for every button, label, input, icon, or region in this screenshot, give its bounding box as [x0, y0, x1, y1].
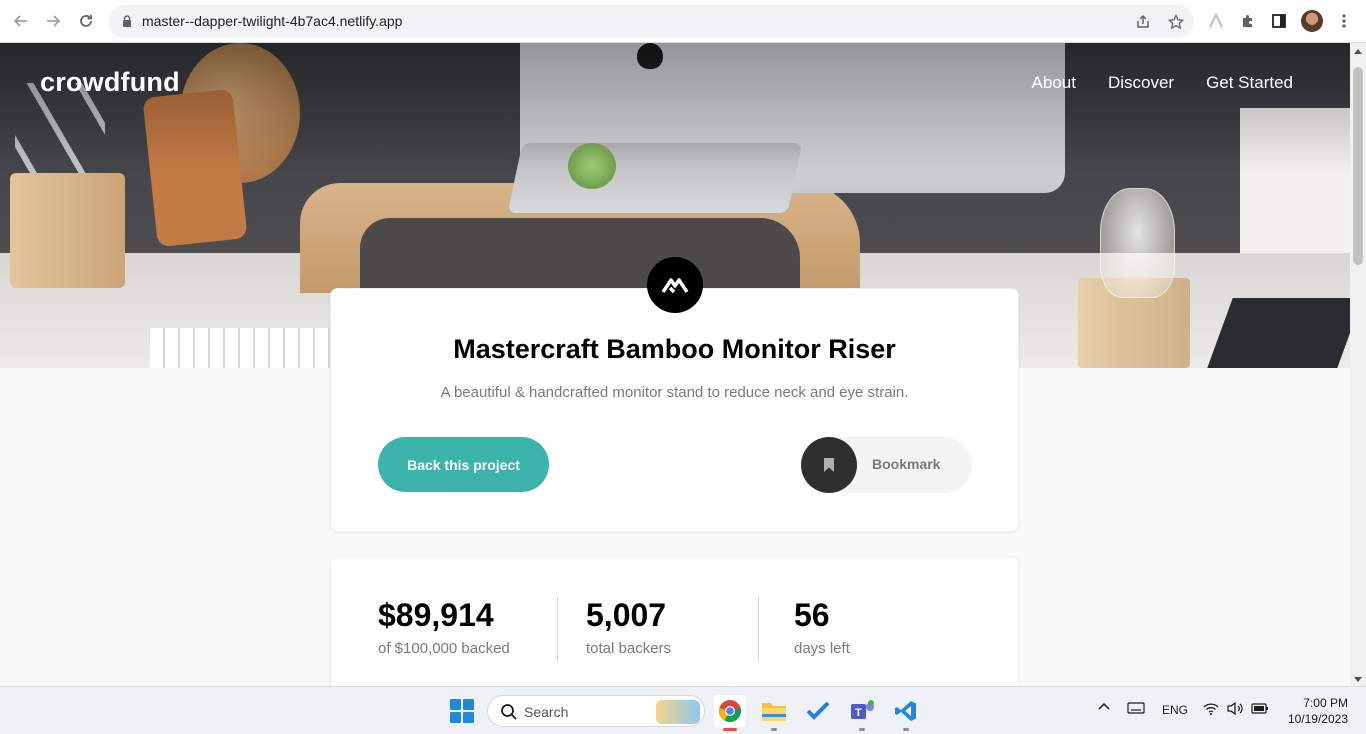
- teams-icon[interactable]: T: [846, 695, 878, 731]
- language-indicator[interactable]: ENG: [1162, 703, 1188, 717]
- stat-label: of $100,000 backed: [378, 640, 510, 657]
- stat-label: total backers: [586, 640, 672, 657]
- stat-backed: $89,914 of $100,000 backed: [378, 597, 510, 657]
- back-arrow-icon[interactable]: [9, 9, 33, 33]
- forward-arrow-icon[interactable]: [41, 9, 65, 33]
- back-project-button[interactable]: Back this project: [378, 437, 549, 492]
- bookmark-label: Bookmark: [872, 456, 941, 472]
- windows-taskbar: Search T ENG 7:00 PM 10/19/2023: [0, 686, 1366, 734]
- battery-icon[interactable]: [1251, 702, 1269, 718]
- keyboard-icon[interactable]: [1127, 702, 1145, 717]
- puzzle-icon[interactable]: [1237, 10, 1259, 32]
- volume-icon[interactable]: [1227, 701, 1243, 718]
- taskbar-search-placeholder: Search: [524, 704, 569, 720]
- url-text: master--dapper-twilight-4b7ac4.netlify.a…: [142, 13, 403, 29]
- stats-card: $89,914 of $100,000 backed 5,007 total b…: [330, 556, 1019, 686]
- file-explorer-icon[interactable]: [758, 695, 790, 731]
- star-icon[interactable]: [1166, 12, 1186, 32]
- vscode-icon[interactable]: [890, 695, 922, 731]
- search-icon: [501, 704, 517, 720]
- stat-backers: 5,007 total backers: [586, 597, 671, 657]
- page-scrollbar[interactable]: [1350, 43, 1366, 686]
- active-indicator: [723, 728, 737, 731]
- chrome-icon[interactable]: [714, 695, 746, 731]
- share-icon[interactable]: [1133, 12, 1153, 32]
- wifi-icon[interactable]: [1203, 702, 1219, 718]
- browser-toolbar: master--dapper-twilight-4b7ac4.netlify.a…: [0, 0, 1366, 43]
- clock-date: 10/19/2023: [1287, 712, 1348, 726]
- bookmark-button[interactable]: Bookmark: [801, 437, 972, 493]
- site-header: crowdfund About Discover Get Started: [40, 67, 1300, 99]
- stat-days-left: 56 days left: [794, 597, 850, 657]
- stat-label: days left: [794, 640, 850, 657]
- project-description: A beautiful & handcrafted monitor stand …: [440, 384, 909, 401]
- sidebar-icon[interactable]: [1268, 10, 1290, 32]
- system-clock[interactable]: 7:00 PM 10/19/2023: [1284, 695, 1348, 727]
- scroll-up-icon[interactable]: [1354, 49, 1362, 54]
- bookmark-icon: [801, 437, 857, 493]
- project-card: Mastercraft Bamboo Monitor Riser A beaut…: [330, 257, 1019, 532]
- stat-value: $89,914: [378, 597, 494, 633]
- clock-time: 7:00 PM: [1303, 696, 1348, 710]
- page-viewport: crowdfund About Discover Get Started Mas…: [0, 43, 1350, 686]
- scrollbar-thumb[interactable]: [1353, 67, 1363, 265]
- stat-divider: [758, 597, 759, 661]
- stat-value: 5,007: [586, 597, 667, 633]
- mastercraft-logo-icon: [647, 257, 703, 313]
- address-bar[interactable]: master--dapper-twilight-4b7ac4.netlify.a…: [108, 5, 1194, 38]
- nav-discover[interactable]: Discover: [1108, 73, 1174, 93]
- site-logo[interactable]: crowdfund: [40, 67, 180, 98]
- reload-icon[interactable]: [74, 9, 98, 33]
- project-title: Mastercraft Bamboo Monitor Riser: [453, 334, 896, 364]
- chevron-up-icon[interactable]: [1097, 700, 1111, 717]
- lock-icon[interactable]: [120, 14, 134, 28]
- running-indicator: [903, 728, 909, 731]
- search-highlight-icon: [656, 700, 700, 724]
- site-nav: About Discover Get Started: [1032, 73, 1294, 93]
- running-indicator: [859, 728, 865, 731]
- stat-divider: [557, 597, 558, 661]
- extension-icon[interactable]: [1205, 10, 1227, 32]
- nav-about[interactable]: About: [1032, 73, 1076, 93]
- taskbar-search[interactable]: Search: [487, 695, 705, 727]
- avatar[interactable]: [1301, 10, 1323, 32]
- nav-get-started[interactable]: Get Started: [1206, 73, 1293, 93]
- svg-text:T: T: [855, 707, 862, 719]
- todo-icon[interactable]: [802, 695, 834, 727]
- windows-start-icon[interactable]: [450, 699, 474, 723]
- more-vert-icon[interactable]: [1333, 10, 1355, 32]
- scroll-down-icon[interactable]: [1354, 677, 1362, 682]
- stat-value: 56: [794, 597, 830, 633]
- running-indicator: [771, 728, 777, 731]
